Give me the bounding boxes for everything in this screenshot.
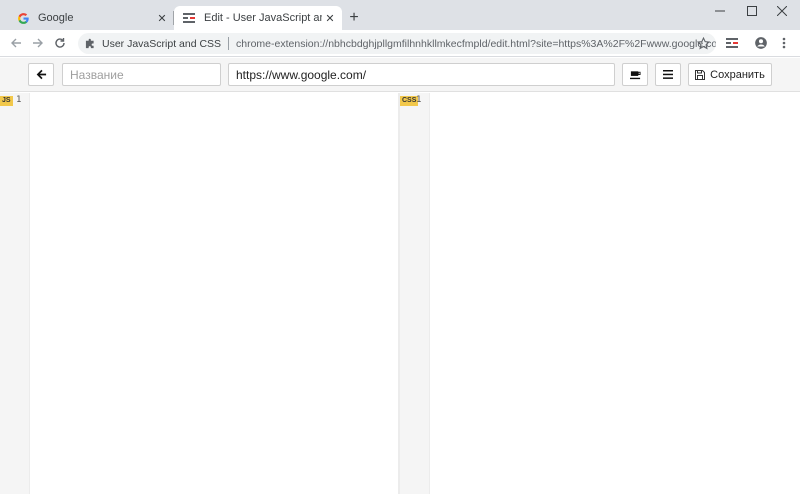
close-window-icon[interactable]: [768, 0, 796, 22]
hamburger-icon: [663, 70, 673, 79]
close-tab-icon[interactable]: ✕: [322, 10, 338, 26]
address-bar[interactable]: User JavaScript and CSS chrome-extension…: [78, 33, 716, 54]
close-tab-icon[interactable]: ✕: [154, 10, 170, 26]
profile-avatar-icon[interactable]: [753, 35, 769, 51]
css-gutter: CSS 1: [400, 93, 430, 494]
site-url-input[interactable]: [228, 63, 615, 86]
js-badge: JS: [0, 96, 13, 106]
tab-google[interactable]: Google ✕: [8, 6, 174, 30]
editor-header: Сохранить: [0, 58, 800, 92]
save-button[interactable]: Сохранить: [688, 63, 772, 86]
arrow-left-icon: [36, 69, 46, 80]
back-arrow-button[interactable]: [28, 63, 54, 86]
tab-title: Edit - User JavaScript and CSS: [204, 12, 322, 24]
google-g-icon: [16, 11, 30, 25]
extension-editor-icon: [182, 11, 196, 25]
reload-icon[interactable]: [51, 34, 69, 52]
menu-kebab-icon[interactable]: [776, 35, 792, 51]
script-name-input[interactable]: [62, 63, 221, 86]
address-divider: [228, 37, 229, 50]
url-text: chrome-extension://nbhcbdghjpllgmfilhnhk…: [236, 37, 716, 50]
tab-editor[interactable]: Edit - User JavaScript and CSS ✕: [174, 6, 342, 30]
bookmark-star-icon[interactable]: [695, 35, 711, 51]
site-name: User JavaScript and CSS: [102, 37, 222, 50]
floppy-disk-icon: [695, 69, 706, 80]
maximize-icon[interactable]: [738, 0, 766, 22]
new-tab-button[interactable]: +: [345, 9, 363, 27]
js-gutter: JS 1: [0, 93, 30, 494]
back-icon[interactable]: [7, 34, 25, 52]
js-editor[interactable]: JS 1: [0, 93, 398, 494]
save-label: Сохранить: [710, 68, 765, 81]
css-editor[interactable]: CSS 1: [400, 93, 800, 494]
minimize-icon[interactable]: [706, 0, 734, 22]
line-number: 1: [416, 95, 422, 105]
browser-toolbar: User JavaScript and CSS chrome-extension…: [0, 30, 800, 57]
line-number: 1: [16, 95, 22, 105]
extension-editor-icon[interactable]: [724, 35, 740, 51]
forward-icon[interactable]: [29, 34, 47, 52]
tab-title: Google: [38, 12, 74, 24]
coffee-cup-icon: [629, 70, 641, 79]
coffee-cup-button[interactable]: [622, 63, 648, 86]
menu-button[interactable]: [655, 63, 681, 86]
tab-strip: Google ✕ Edit - User JavaScript and CSS …: [0, 0, 800, 30]
extension-puzzle-icon: [85, 38, 96, 49]
